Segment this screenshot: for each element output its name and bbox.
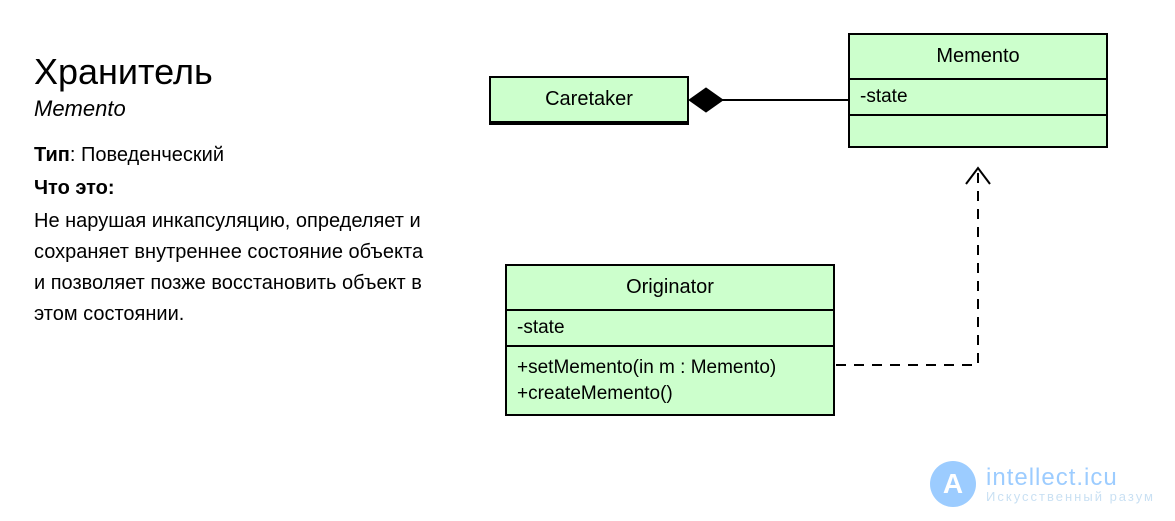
pattern-title: Хранитель [34,52,434,92]
what-is-it-label: Что это: [34,177,434,200]
uml-class-name: Originator [507,266,833,311]
pattern-desc-text: Не нарушая инкапсуляцию, определяет и со… [34,206,434,330]
watermark: A intellect.icu Искусственный разум [930,461,1155,507]
arrowhead-icon [966,168,990,184]
watermark-badge-icon: A [930,461,976,507]
uml-class-name: Caretaker [491,78,687,123]
uml-operation: +createMemento() [517,381,823,407]
uml-operations-empty [850,116,1106,146]
uml-class-name: Memento [850,35,1106,80]
uml-attribute: -state [507,311,833,347]
uml-operations: +setMemento(in m : Memento) +createMemen… [507,347,833,414]
watermark-sub: Искусственный разум [986,490,1155,504]
pattern-subtitle: Memento [34,96,434,122]
pattern-type-line: Тип: Поведенческий [34,144,434,167]
diamond-icon [689,88,723,112]
uml-class-originator: Originator -state +setMemento(in m : Mem… [505,264,835,416]
uml-operation: +setMemento(in m : Memento) [517,355,823,381]
pattern-description: Хранитель Memento Тип: Поведенческий Что… [34,52,434,330]
type-value: Поведенческий [81,144,224,166]
dependency-line [836,168,978,365]
uml-class-memento: Memento -state [848,33,1108,148]
type-label: Тип [34,144,70,166]
watermark-main: intellect.icu [986,465,1155,490]
uml-class-caretaker: Caretaker [489,76,689,125]
uml-attribute: -state [850,80,1106,116]
